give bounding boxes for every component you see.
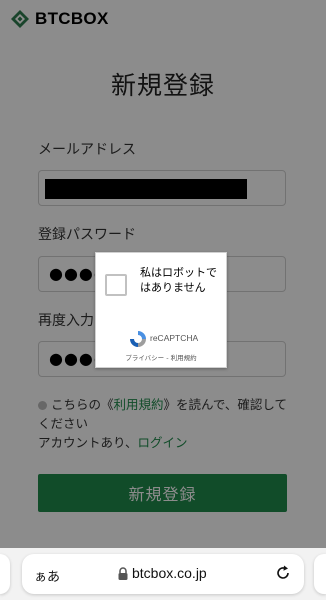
recaptcha-checkbox[interactable] bbox=[105, 274, 127, 296]
address-bar[interactable]: ぁあ btcbox.co.jp bbox=[22, 554, 304, 594]
recaptcha-prompt: 私はロボットではありません bbox=[140, 266, 217, 294]
browser-toolbar: ぁあ btcbox.co.jp bbox=[0, 548, 326, 600]
text-size-button[interactable]: ぁあ bbox=[34, 566, 60, 585]
recaptcha-widget: 私はロボットではありません reCAPTCHA プライバシー - 利用規約 bbox=[95, 252, 227, 368]
reload-icon[interactable] bbox=[274, 564, 292, 582]
url-text: btcbox.co.jp bbox=[132, 565, 207, 581]
recaptcha-logo-icon bbox=[130, 331, 146, 347]
next-tab-edge[interactable] bbox=[314, 554, 326, 594]
recaptcha-brand: reCAPTCHA bbox=[150, 333, 199, 343]
recaptcha-footer[interactable]: プライバシー - 利用規約 bbox=[96, 352, 226, 362]
lock-icon bbox=[118, 567, 128, 580]
previous-tab-edge[interactable] bbox=[0, 554, 10, 594]
